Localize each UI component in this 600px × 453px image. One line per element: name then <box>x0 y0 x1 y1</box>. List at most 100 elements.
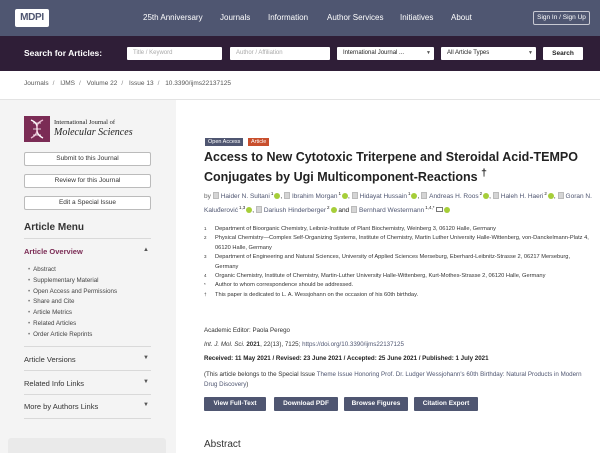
orcid-icon[interactable] <box>330 207 337 213</box>
dedication-note: † This paper is dedicated to L. A. Wessjo… <box>204 291 594 300</box>
orcid-icon[interactable] <box>246 207 253 213</box>
footnote-mark: † <box>204 291 207 297</box>
orcid-icon[interactable] <box>443 207 450 213</box>
journal-logo[interactable]: International Journal of Molecular Scien… <box>24 116 154 142</box>
author-affiliation: 2 <box>544 191 547 196</box>
journal-name-line2: Molecular Sciences <box>54 127 133 138</box>
orcid-icon[interactable] <box>274 193 281 199</box>
breadcrumb-journals[interactable]: Journals <box>24 80 49 87</box>
nav-anniversary[interactable]: 25th Anniversary <box>143 13 203 23</box>
author[interactable]: Haleh H. Haeri2 <box>492 191 554 200</box>
affiliation-text: Physical Chemistry—Complex Self-Organizi… <box>215 235 589 251</box>
overview-link-metrics[interactable]: Article Metrics <box>28 308 117 319</box>
doi-link[interactable]: https://doi.org/10.3390/ijms22137125 <box>302 341 404 348</box>
citation-volume: , 22(13), 7125; <box>260 341 301 348</box>
author-avatar-icon <box>351 192 358 199</box>
overview-link-abstract[interactable]: Abstract <box>28 265 117 276</box>
author-affiliation: 1 <box>338 191 342 196</box>
article-versions-label: Article Versions <box>24 355 76 364</box>
more-by-authors-toggle[interactable]: More by Authors Links ▼ <box>24 402 151 411</box>
nav-initiatives[interactable]: Initiatives <box>400 13 433 23</box>
article-overview-toggle[interactable]: Article Overview ▲ <box>24 247 151 256</box>
affiliation-text: Department of Bioorganic Chemistry, Leib… <box>215 226 497 232</box>
title-footnote-mark: † <box>481 167 487 179</box>
author-affiliation: 1 <box>407 191 411 196</box>
author-avatar-icon <box>255 206 262 213</box>
breadcrumb-volume[interactable]: Volume 22 <box>87 80 118 87</box>
author-name: Andreas H. Roos <box>429 193 479 200</box>
citation-export-button[interactable]: Citation Export <box>414 397 478 411</box>
nav-information[interactable]: Information <box>268 13 308 23</box>
divider <box>24 370 151 371</box>
nav-about[interactable]: About <box>451 13 472 23</box>
download-pdf-button[interactable]: Download PDF <box>274 397 338 411</box>
author-avatar-icon <box>421 192 428 199</box>
author-name: Dariush Hinderberger <box>263 207 326 214</box>
view-full-text-button[interactable]: View Full-Text <box>204 397 266 411</box>
related-info-toggle[interactable]: Related Info Links ▼ <box>24 379 151 388</box>
article-type-select[interactable]: All Article Types ▼ <box>441 47 536 60</box>
search-label: Search for Articles: <box>24 48 103 58</box>
review-button[interactable]: Review for this Journal <box>24 174 151 188</box>
orcid-icon[interactable] <box>547 193 554 199</box>
author[interactable]: Hidayat Hussain1 <box>351 191 418 200</box>
overview-link-supplementary[interactable]: Supplementary Material <box>28 276 117 287</box>
publication-dates: Received: 11 May 2021 / Revised: 23 June… <box>204 355 489 362</box>
email-icon[interactable] <box>435 207 443 212</box>
author-name: Bernhard Westermann <box>359 207 425 214</box>
affiliation-number: 4 <box>204 273 207 279</box>
search-button[interactable]: Search <box>543 47 583 60</box>
orcid-icon[interactable] <box>411 193 418 199</box>
author[interactable]: Dariush Hinderberger2 <box>255 205 337 214</box>
author-avatar-icon <box>212 192 219 199</box>
affiliation-text: Department of Engineering and Natural Sc… <box>215 254 571 270</box>
signin-button[interactable]: Sign In / Sign Up <box>533 11 590 25</box>
author-name: Hidayat Hussain <box>359 193 407 200</box>
author[interactable]: Haider N. Sultani1 <box>212 191 281 200</box>
breadcrumb-separator: / <box>121 80 124 87</box>
dna-icon <box>24 116 50 142</box>
footnote-text: Author to whom correspondence should be … <box>215 282 354 289</box>
browse-figures-button[interactable]: Browse Figures <box>344 397 408 411</box>
author[interactable]: Andreas H. Roos2 <box>421 191 490 200</box>
breadcrumb-journal[interactable]: IJMS <box>60 80 75 87</box>
author-affiliation: 2 <box>327 205 330 210</box>
journal-select[interactable]: International Journal ... ▼ <box>337 47 434 60</box>
overview-list: Abstract Supplementary Material Open Acc… <box>28 265 117 341</box>
article-type-value: All Article Types <box>447 50 490 56</box>
breadcrumb-doi: 10.3390/ijms22137125 <box>165 80 231 87</box>
edit-special-issue-button[interactable]: Edit a Special Issue <box>24 196 151 210</box>
overview-link-reprints[interactable]: Order Article Reprints <box>28 330 117 341</box>
overview-link-related[interactable]: Related Articles <box>28 319 117 330</box>
author-list: by Haider N. Sultani1, Ibrahim Morgan1, … <box>204 191 592 214</box>
nav-journals[interactable]: Journals <box>220 13 250 23</box>
mdpi-logo[interactable]: MDPI <box>15 9 49 27</box>
journal-name-line1: International Journal of <box>54 119 116 126</box>
breadcrumb-issue[interactable]: Issue 13 <box>129 80 154 87</box>
affiliation: 3 Department of Engineering and Natural S… <box>204 253 594 272</box>
footnote-mark: * <box>204 282 206 288</box>
title-keyword-input[interactable]: Title / Keyword <box>127 47 222 60</box>
overview-link-open-access[interactable]: Open Access and Permissions <box>28 287 117 298</box>
author-affiliation-input[interactable]: Author / Affiliation <box>230 47 330 60</box>
article-versions-toggle[interactable]: Article Versions ▼ <box>24 355 151 364</box>
open-access-badge: Open Access <box>205 138 244 146</box>
chevron-up-icon: ▲ <box>143 247 149 253</box>
citation: Int. J. Mol. Sci. 2021, 22(13), 7125; ht… <box>204 341 404 348</box>
overview-link-share[interactable]: Share and Cite <box>28 297 117 308</box>
by-label: by <box>204 193 211 200</box>
nav-author-services[interactable]: Author Services <box>327 13 383 23</box>
and-label: and <box>338 207 350 214</box>
author-avatar-icon <box>283 192 290 199</box>
orcid-icon[interactable] <box>342 193 349 199</box>
chevron-down-icon: ▼ <box>528 50 533 56</box>
related-info-label: Related Info Links <box>24 379 85 388</box>
more-by-authors-label: More by Authors Links <box>24 402 99 411</box>
author[interactable]: Ibrahim Morgan1 <box>283 191 349 200</box>
author-avatar-icon <box>492 192 499 199</box>
orcid-icon[interactable] <box>483 193 490 199</box>
author[interactable]: Bernhard Westermann1,4,* <box>351 205 450 214</box>
breadcrumb-separator: / <box>157 80 160 87</box>
article-title: Access to New Cytotoxic Triterpene and S… <box>204 150 584 185</box>
submit-button[interactable]: Submit to this Journal <box>24 152 151 166</box>
